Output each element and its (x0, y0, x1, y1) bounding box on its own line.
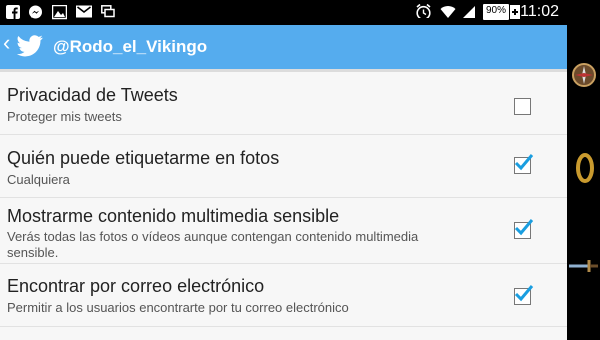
action-bar: ‹ @Rodo_el_Vikingo (0, 25, 567, 69)
alarm-icon (416, 3, 431, 18)
privacy-checkbox[interactable] (514, 98, 531, 115)
setting-title: Encontrar por correo electrónico (7, 276, 265, 296)
checkmark-icon (514, 285, 534, 302)
setting-row-find-by-email[interactable]: Encontrar por correo electrónico Permiti… (0, 264, 567, 327)
setting-row-photo-tagging[interactable]: Quién puede etiquetarme en fotos Cualqui… (0, 135, 567, 198)
compass-icon[interactable] (571, 62, 597, 88)
wifi-icon (440, 6, 456, 18)
setting-subtitle: Cualquiera (7, 172, 70, 187)
setting-row-privacy[interactable]: Privacidad de Tweets Proteger mis tweets (0, 72, 567, 135)
setting-title: Mostrarme contenido multimedia sensible (7, 206, 340, 226)
settings-list: Privacidad de Tweets Proteger mis tweets… (0, 69, 567, 340)
sword-icon[interactable] (569, 257, 599, 275)
sensitive-media-checkbox[interactable] (514, 219, 534, 239)
status-time: 11:02 (520, 3, 559, 20)
facebook-icon (6, 5, 20, 19)
ring-icon[interactable] (575, 152, 595, 184)
back-chevron-icon[interactable]: ‹ (3, 32, 10, 54)
gallery-icon (52, 5, 67, 20)
find-by-email-checkbox[interactable] (514, 285, 534, 305)
account-title: @Rodo_el_Vikingo (53, 37, 208, 56)
checkmark-icon (514, 219, 534, 236)
setting-subtitle: Proteger mis tweets (7, 109, 122, 124)
signal-icon (463, 6, 475, 18)
charging-icon (510, 5, 520, 19)
checkmark-icon (514, 154, 534, 171)
setting-subtitle: Verás todas las fotos o vídeos aunque co… (7, 229, 419, 260)
photo-tagging-checkbox[interactable] (514, 154, 534, 174)
battery-percentage: 90% (485, 5, 506, 16)
battery-icon: 90% (483, 4, 509, 20)
setting-title: Privacidad de Tweets (7, 85, 178, 105)
setting-row-sensitive-media[interactable]: Mostrarme contenido multimedia sensible … (0, 198, 567, 264)
setting-subtitle: Permitir a los usuarios encontrarte por … (7, 300, 349, 315)
app-screen: 90% 11:02 ‹ @Rodo_el_Vikingo Privacidad … (0, 0, 567, 340)
twitter-bird-icon[interactable] (16, 35, 44, 57)
status-bar: 90% 11:02 (0, 0, 567, 25)
setting-title: Quién puede etiquetarme en fotos (7, 148, 280, 168)
screen-icon (101, 5, 115, 18)
side-strip (567, 0, 600, 340)
messenger-icon (29, 5, 42, 19)
gmail-icon (76, 5, 92, 18)
